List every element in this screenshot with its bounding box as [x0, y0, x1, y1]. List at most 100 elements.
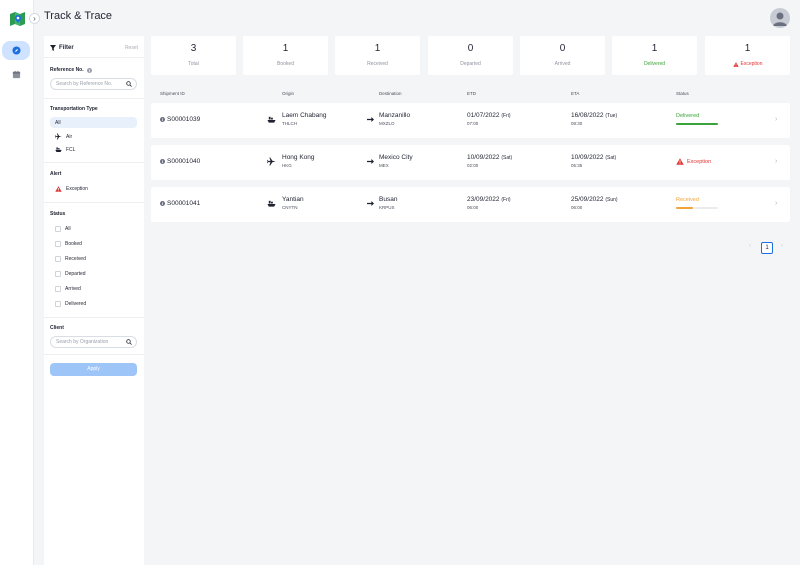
- table-row[interactable]: S00001039 Laem Chabang THLCH Manzanillo …: [151, 103, 790, 138]
- stat-label: Received: [335, 61, 420, 67]
- nav-rail: [0, 0, 34, 565]
- divider: [44, 202, 144, 203]
- eta-date: 16/08/2022: [571, 112, 604, 119]
- status-option-label: Received: [65, 255, 86, 262]
- expand-sidebar-button[interactable]: ›: [29, 13, 40, 24]
- stat-label: Delivered: [612, 61, 697, 67]
- status-badge: Delivered: [676, 113, 700, 119]
- column-header-status[interactable]: Status: [676, 91, 689, 96]
- status-text: Exception: [687, 158, 712, 165]
- stat-received[interactable]: 1 Received: [335, 36, 420, 75]
- origin-code: THLCH: [282, 121, 298, 126]
- status-progress-bar: [676, 123, 718, 125]
- status-option-arrived[interactable]: Arrived: [50, 283, 137, 294]
- divider: [44, 354, 144, 355]
- stat-value: 3: [190, 43, 197, 54]
- stat-label-text: Departed: [460, 61, 481, 67]
- reset-button[interactable]: Reset: [125, 45, 138, 51]
- reference-search-placeholder: Search by Reference No.: [56, 81, 113, 87]
- stat-label-text: Booked: [277, 61, 294, 67]
- column-header-eta[interactable]: ETA: [571, 91, 579, 96]
- column-header-origin[interactable]: Origin: [282, 91, 294, 96]
- transport-option-all[interactable]: All: [50, 117, 137, 128]
- alert-option-exception[interactable]: Exception: [50, 183, 137, 194]
- etd-date: 01/07/2022: [467, 112, 500, 119]
- origin-name: Laem Chabang: [282, 112, 327, 119]
- filter-title-label: Filter: [59, 45, 74, 51]
- stat-exception[interactable]: 1 Exception: [705, 36, 790, 75]
- ship-icon: [267, 116, 276, 123]
- transport-option-air[interactable]: Air: [50, 131, 137, 142]
- destination-cell: Mexico City MEX: [379, 154, 413, 168]
- chevron-right-icon[interactable]: ›: [775, 200, 777, 207]
- checkbox[interactable]: [55, 285, 61, 292]
- eta-time: 05:35: [571, 163, 583, 168]
- status-option-label: All: [65, 225, 71, 232]
- chevron-right-icon[interactable]: ›: [775, 116, 777, 123]
- column-header-destination[interactable]: Destination: [379, 91, 402, 96]
- status-option-label: Booked: [65, 240, 82, 247]
- stat-booked[interactable]: 1 Booked: [243, 36, 328, 75]
- table-row[interactable]: S00001040 Hong Kong HKG Mexico City MEX …: [151, 145, 790, 180]
- status-option-received[interactable]: Received: [50, 253, 137, 264]
- status-option-booked[interactable]: Booked: [50, 238, 137, 249]
- eta-day: (Sun): [605, 197, 618, 203]
- nav-calendar-button[interactable]: [2, 65, 30, 84]
- eta-date: 10/09/2022: [571, 154, 604, 161]
- nav-tracking-button[interactable]: [2, 41, 30, 60]
- eta-time: 08:30: [571, 121, 583, 126]
- client-search-input[interactable]: Search by Organization: [50, 336, 137, 348]
- divider: [44, 162, 144, 163]
- checkbox[interactable]: [55, 300, 61, 307]
- destination-name: Busan: [379, 196, 398, 203]
- table-row[interactable]: S00001041 Yantian CNYTN Busan KRPUS 23/0…: [151, 187, 790, 222]
- stat-value: 1: [282, 43, 289, 54]
- status-option-delivered[interactable]: Delivered: [50, 298, 137, 309]
- status-progress-bar: [676, 207, 718, 209]
- search-icon: [126, 81, 132, 87]
- checkbox[interactable]: [55, 270, 61, 277]
- progress-fill: [676, 207, 693, 209]
- checkbox[interactable]: [55, 240, 61, 247]
- pagination-page-button[interactable]: 1: [761, 242, 773, 254]
- checkbox[interactable]: [55, 255, 61, 262]
- stat-value: 1: [651, 43, 658, 54]
- checkbox[interactable]: [55, 225, 61, 232]
- stat-departed[interactable]: 0 Departed: [428, 36, 513, 75]
- eta-day: (Tue): [605, 113, 618, 119]
- stat-total[interactable]: 3 Total: [151, 36, 236, 75]
- transport-option-fcl[interactable]: FCL: [50, 144, 137, 155]
- stat-delivered[interactable]: 1 Delivered: [612, 36, 697, 75]
- stat-label: Total: [151, 61, 236, 67]
- page-title: Track & Trace: [44, 10, 113, 22]
- compass-icon: [11, 46, 21, 55]
- reference-search-input[interactable]: Search by Reference No.: [50, 78, 137, 90]
- status-option-all[interactable]: All: [50, 223, 137, 234]
- shipment-id: S00001040: [160, 158, 200, 165]
- column-header-shipment-id[interactable]: Shipment ID: [160, 91, 185, 96]
- arrow-right-icon: [367, 201, 374, 206]
- plane-icon: [55, 133, 62, 140]
- stat-arrived[interactable]: 0 Arrived: [520, 36, 605, 75]
- user-avatar[interactable]: [770, 8, 790, 28]
- chevron-right-icon[interactable]: ›: [775, 158, 777, 165]
- stat-value: 1: [744, 43, 751, 54]
- stat-label: Exception: [705, 61, 790, 67]
- pagination-prev-button[interactable]: ‹: [749, 243, 751, 249]
- eta-day: (Sat): [605, 155, 617, 161]
- etd-time: 02:00: [467, 163, 479, 168]
- destination-code: MXZLO: [379, 121, 395, 126]
- apply-button[interactable]: Apply: [50, 363, 137, 376]
- origin-name: Yantian: [282, 196, 304, 203]
- stat-label-text: Delivered: [643, 61, 666, 67]
- etd-date: 23/09/2022: [467, 196, 500, 203]
- filter-title: Filter: [50, 45, 74, 51]
- shipment-id-text: S00001041: [167, 200, 201, 207]
- status-option-label: Delivered: [65, 300, 87, 307]
- column-header-etd[interactable]: ETD: [467, 91, 476, 96]
- client-label: Client: [50, 325, 64, 331]
- status-option-departed[interactable]: Departed: [50, 268, 137, 279]
- destination-cell: Manzanillo MXZLO: [379, 112, 410, 126]
- status-option-label: Arrived: [65, 285, 81, 292]
- pagination-next-button[interactable]: ›: [781, 243, 783, 249]
